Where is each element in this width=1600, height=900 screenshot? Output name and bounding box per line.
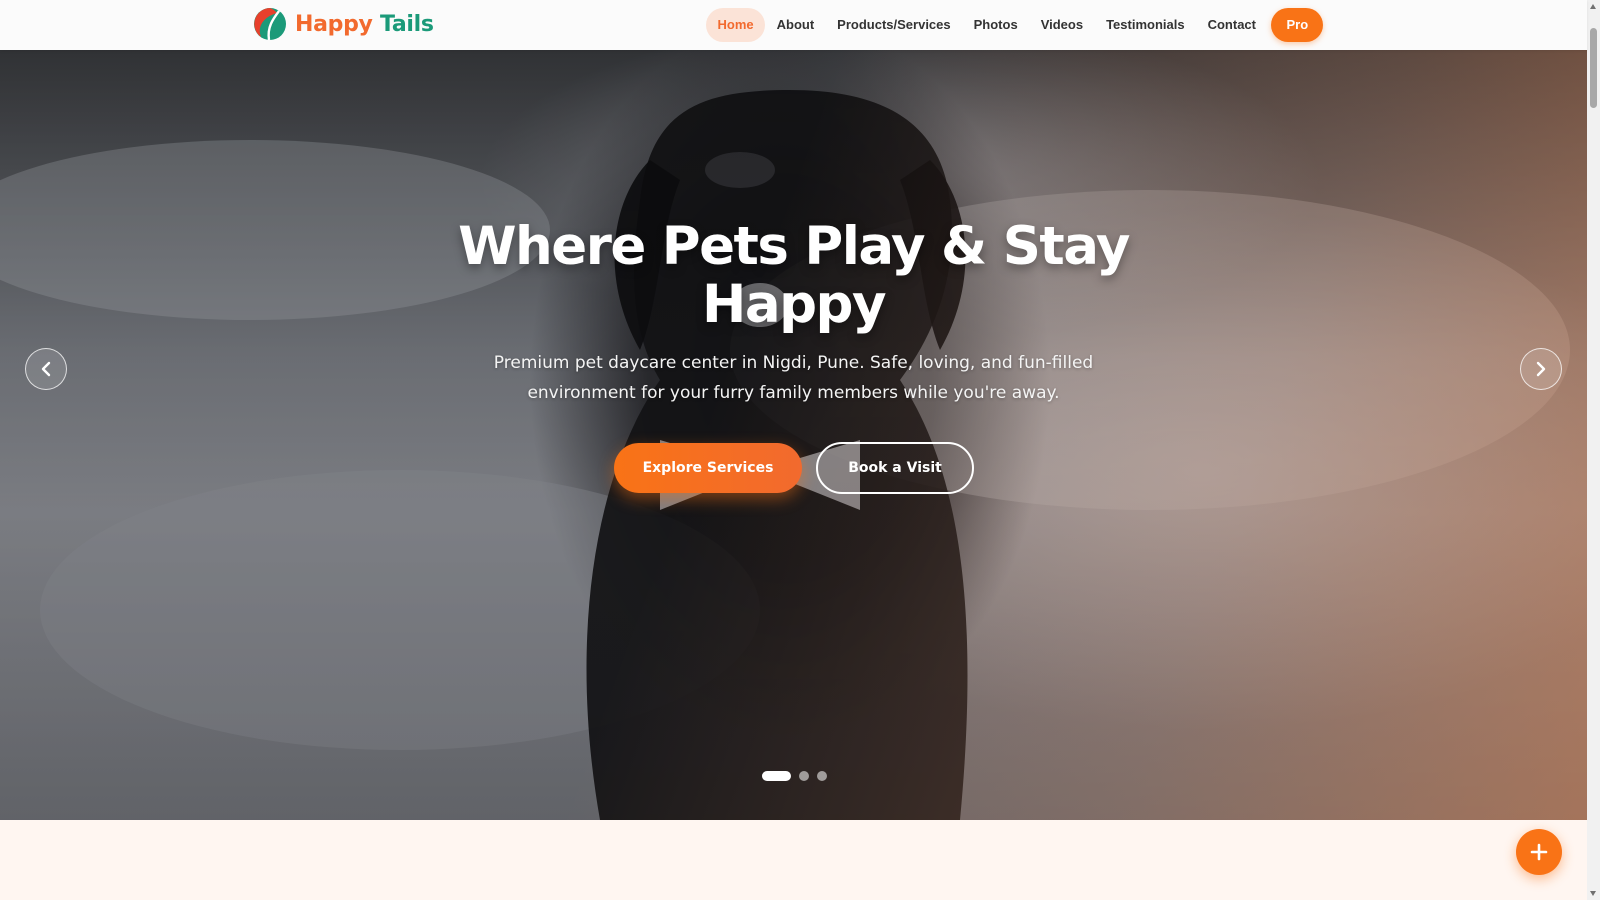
carousel-dot-1[interactable] <box>762 771 791 781</box>
nav-photos[interactable]: Photos <box>962 8 1029 42</box>
scroll-thumb[interactable] <box>1590 28 1597 108</box>
plus-icon <box>1530 843 1548 861</box>
nav-videos[interactable]: Videos <box>1029 8 1094 42</box>
scroll-down-arrow-icon[interactable] <box>1590 891 1596 896</box>
carousel-prev-button[interactable] <box>25 348 67 390</box>
logo-mark-icon <box>254 8 286 41</box>
hero-tint-overlay <box>0 50 1587 820</box>
brand-name: Happy Tails <box>295 12 434 37</box>
carousel-indicators <box>762 771 827 781</box>
nav-home[interactable]: Home <box>706 8 766 42</box>
brand-logo[interactable]: Happy Tails <box>253 7 434 41</box>
nav-products-services[interactable]: Products/Services <box>826 8 962 42</box>
chevron-left-icon <box>41 361 51 377</box>
brand-word-tails: Tails <box>379 11 434 37</box>
hero-title: Where Pets Play & Stay Happy <box>458 216 1130 335</box>
carousel-dot-3[interactable] <box>817 771 827 781</box>
hero-subtitle: Premium pet daycare center in Nigdi, Pun… <box>493 353 1094 403</box>
explore-services-button[interactable]: Explore Services <box>614 443 802 493</box>
next-section <box>0 820 1587 900</box>
brand-word-happy: Happy <box>295 11 373 37</box>
book-visit-button[interactable]: Book a Visit <box>816 442 974 494</box>
site-header: Happy Tails Home About Products/Services… <box>0 0 1587 50</box>
hero-carousel: Where Pets Play & Stay Happy Premium pet… <box>0 50 1587 820</box>
carousel-next-button[interactable] <box>1520 348 1562 390</box>
main-nav: Home About Products/Services Photos Vide… <box>706 8 1324 42</box>
page-scrollbar[interactable] <box>1587 0 1600 900</box>
pro-button[interactable]: Pro <box>1271 8 1324 42</box>
floating-action-button[interactable] <box>1516 829 1562 875</box>
nav-contact[interactable]: Contact <box>1196 8 1267 42</box>
nav-about[interactable]: About <box>765 8 826 42</box>
chevron-right-icon <box>1536 361 1546 377</box>
carousel-dot-2[interactable] <box>799 771 809 781</box>
scroll-up-arrow-icon[interactable] <box>1590 4 1596 9</box>
nav-testimonials[interactable]: Testimonials <box>1095 8 1197 42</box>
